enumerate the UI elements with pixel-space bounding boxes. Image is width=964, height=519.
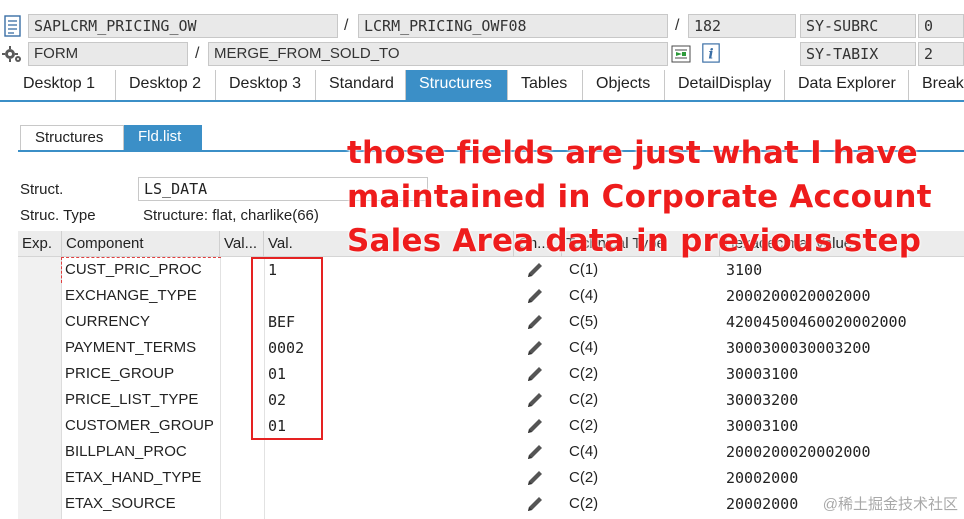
cell-type: C(2) xyxy=(569,469,599,486)
struct-type-value: Structure: flat, charlike(66) xyxy=(143,207,319,224)
cell-component: ETAX_HAND_TYPE xyxy=(65,469,202,486)
info-icon[interactable]: i xyxy=(701,43,721,63)
cell-hex: 30003100 xyxy=(726,417,799,435)
pencil-icon[interactable] xyxy=(525,338,545,358)
cell-hex: 3000300030003200 xyxy=(726,339,871,357)
tab-tables[interactable]: Tables xyxy=(508,70,583,100)
separator: / xyxy=(675,17,680,34)
separator: / xyxy=(195,45,200,62)
cell-type: C(2) xyxy=(569,495,599,512)
watermark: @稀土掘金技术社区 xyxy=(822,496,958,513)
tab-data-explorer[interactable]: Data Explorer xyxy=(785,70,909,100)
step-icon[interactable] xyxy=(671,44,691,64)
cell-component: CUSTOMER_GROUP xyxy=(65,417,214,434)
cell-component: CURRENCY xyxy=(65,313,151,330)
pencil-icon[interactable] xyxy=(525,312,545,332)
table-row[interactable]: PRICE_LIST_TYPE 02 C(2) 30003200 xyxy=(18,387,964,413)
cell-component: PRICE_LIST_TYPE xyxy=(65,391,199,408)
struct-type-label: Struc. Type xyxy=(20,207,96,224)
cell-type: C(2) xyxy=(569,391,599,408)
pencil-icon[interactable] xyxy=(525,390,545,410)
annotation-line: those fields are just what I have xyxy=(347,135,918,171)
main-tab-bar: Desktop 1 Desktop 2 Desktop 3 Standard S… xyxy=(0,70,964,102)
gear-icon xyxy=(2,46,21,62)
tab-desktop-2[interactable]: Desktop 2 xyxy=(116,70,216,100)
cell-type: C(4) xyxy=(569,339,599,356)
event-name-field[interactable]: MERGE_FROM_SOLD_TO xyxy=(208,42,668,66)
cell-hex: 20002000 xyxy=(726,469,799,487)
tab-desktop-1[interactable]: Desktop 1 xyxy=(10,70,116,100)
tab-breakpoints[interactable]: Break. xyxy=(909,70,964,100)
cell-type: C(2) xyxy=(569,417,599,434)
col-component[interactable]: Component xyxy=(62,231,220,257)
cell-component: ETAX_SOURCE xyxy=(65,495,176,512)
document-icon xyxy=(4,15,21,37)
subrc-label: SY-SUBRC xyxy=(800,14,916,38)
cell-hex: 2000200020002000 xyxy=(726,287,871,305)
selected-cell-marker xyxy=(61,257,221,283)
subtab-field-list[interactable]: Fld.list xyxy=(124,125,202,150)
tabix-label: SY-TABIX xyxy=(800,42,916,66)
annotation-line: Sales Area data in previous step xyxy=(347,223,922,259)
value-highlight-box xyxy=(251,257,323,440)
pencil-icon[interactable] xyxy=(525,442,545,462)
field-list-grid: CUST_PRIC_PROC 1 C(1) 3100 EXCHANGE_TYPE… xyxy=(18,257,964,519)
cell-hex: 2000200020002000 xyxy=(726,443,871,461)
pencil-icon[interactable] xyxy=(525,364,545,384)
cell-type: C(2) xyxy=(569,365,599,382)
subrc-value: 0 xyxy=(918,14,964,38)
col-exp[interactable]: Exp. xyxy=(18,231,62,257)
cell-type: C(4) xyxy=(569,443,599,460)
cell-hex: 42004500460020002000 xyxy=(726,313,907,331)
table-row[interactable]: EXCHANGE_TYPE C(4) 2000200020002000 xyxy=(18,283,964,309)
cell-component: EXCHANGE_TYPE xyxy=(65,287,197,304)
separator: / xyxy=(344,17,349,34)
program-field[interactable]: SAPLCRM_PRICING_OW xyxy=(28,14,338,38)
line-number-field[interactable]: 182 xyxy=(688,14,796,38)
pencil-icon[interactable] xyxy=(525,286,545,306)
tabix-value: 2 xyxy=(918,42,964,66)
cell-component: PAYMENT_TERMS xyxy=(65,339,197,356)
table-row[interactable]: PAYMENT_TERMS 0002 C(4) 3000300030003200 xyxy=(18,335,964,361)
tab-desktop-3[interactable]: Desktop 3 xyxy=(216,70,316,100)
table-row[interactable]: CURRENCY BEF C(5) 42004500460020002000 xyxy=(18,309,964,335)
table-row[interactable]: PRICE_GROUP 01 C(2) 30003100 xyxy=(18,361,964,387)
pencil-icon[interactable] xyxy=(525,468,545,488)
table-row[interactable]: ETAX_HAND_TYPE C(2) 20002000 xyxy=(18,465,964,491)
svg-text:i: i xyxy=(708,46,713,62)
table-row[interactable]: CUSTOMER_GROUP 01 C(2) 30003100 xyxy=(18,413,964,439)
pencil-icon[interactable] xyxy=(525,260,545,280)
tab-structures[interactable]: Structures xyxy=(406,70,508,100)
cell-hex: 30003100 xyxy=(726,365,799,383)
cell-component: PRICE_GROUP xyxy=(65,365,175,382)
col-value-edit[interactable]: Val... xyxy=(220,231,264,257)
table-row[interactable]: BILLPLAN_PROC C(4) 2000200020002000 xyxy=(18,439,964,465)
tab-standard[interactable]: Standard xyxy=(316,70,406,100)
cell-hex: 20002000 xyxy=(726,495,799,513)
cell-type: C(4) xyxy=(569,287,599,304)
annotation-text: those fields are just what I have mainta… xyxy=(347,131,957,263)
cell-type: C(5) xyxy=(569,313,599,330)
pencil-icon[interactable] xyxy=(525,494,545,514)
annotation-line: maintained in Corporate Account xyxy=(347,179,932,215)
tab-objects[interactable]: Objects xyxy=(583,70,665,100)
include-field[interactable]: LCRM_PRICING_OWF08 xyxy=(358,14,668,38)
event-type-field[interactable]: FORM xyxy=(28,42,188,66)
tab-detail-display[interactable]: DetailDisplay xyxy=(665,70,785,100)
cell-component: BILLPLAN_PROC xyxy=(65,443,187,460)
pencil-icon[interactable] xyxy=(525,416,545,436)
subtab-structures[interactable]: Structures xyxy=(20,125,124,150)
cell-hex: 30003200 xyxy=(726,391,799,409)
struct-label: Struct. xyxy=(20,181,64,198)
